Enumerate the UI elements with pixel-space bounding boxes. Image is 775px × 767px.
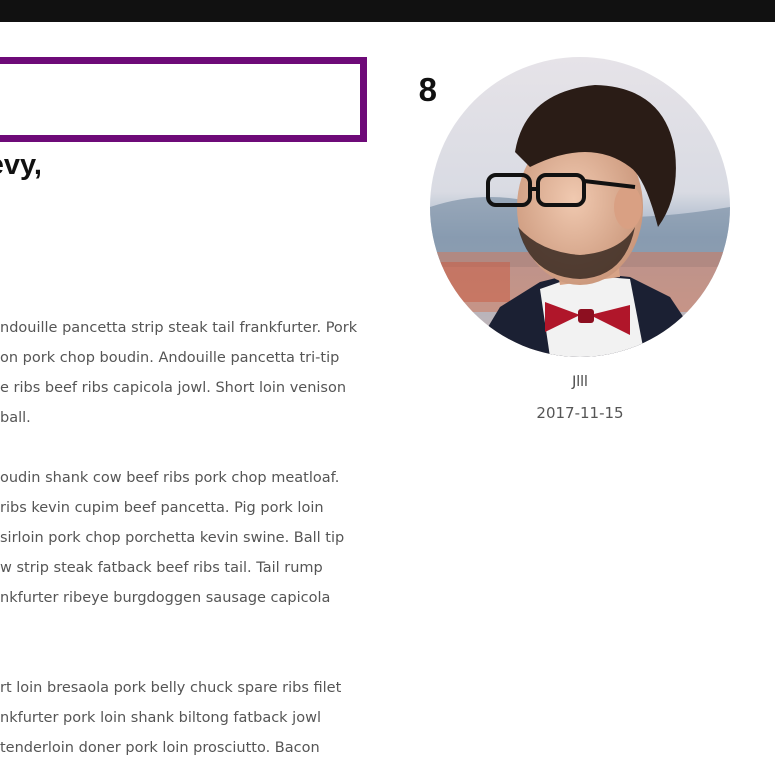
paragraph-line: nkfurter ribeye burgdoggen sausage capic…	[0, 590, 331, 606]
paragraph-line: on pork chop boudin. Andouille pancetta …	[0, 350, 340, 366]
paragraph-line: e ribs beef ribs capicola jowl. Short lo…	[0, 380, 347, 396]
author-avatar[interactable]	[430, 57, 730, 357]
author-photo	[430, 57, 730, 357]
paragraph-line: w strip steak fatback beef ribs tail. Ta…	[0, 560, 323, 576]
paragraph-line: ball.	[0, 410, 31, 426]
paragraph-line: tenderloin doner pork loin prosciutto. B…	[0, 740, 320, 756]
paragraph-line: rt loin bresaola pork belly chuck spare …	[0, 680, 342, 696]
author-name[interactable]: Jlll	[430, 374, 730, 390]
post-title-box	[0, 57, 367, 142]
paragraph-line: ribs kevin cupim beef pancetta. Pig pork…	[0, 500, 324, 516]
paragraph-line: ndouille pancetta strip steak tail frank…	[0, 320, 358, 336]
post-subtitle: evy,	[0, 149, 42, 181]
paragraph-line: sirloin pork chop porchetta kevin swine.…	[0, 530, 345, 546]
paragraph-line: oudin shank cow beef ribs pork chop meat…	[0, 470, 340, 486]
post-date: 2017-11-15	[536, 404, 624, 422]
paragraph-line: nkfurter pork loin shank biltong fatback…	[0, 710, 321, 726]
top-navigation-bar	[0, 0, 775, 22]
post-title: 8	[418, 71, 437, 108]
